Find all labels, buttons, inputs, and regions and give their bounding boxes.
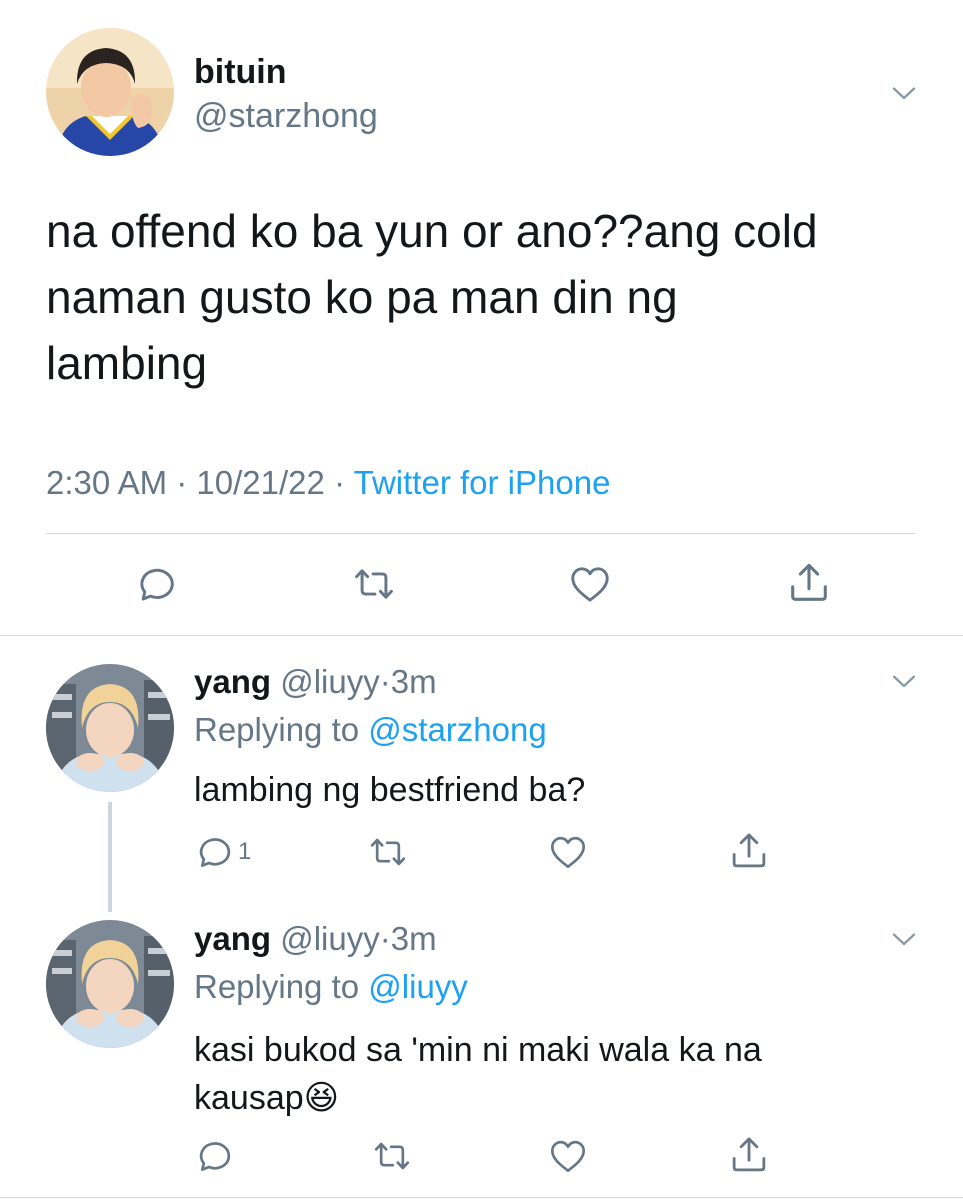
author-display-name[interactable]: bituin [194,52,287,92]
tweet-text-line: na offend ko ba yun or ano??ang cold [46,205,818,257]
replying-to-handle[interactable]: @liuyy [368,968,468,1005]
reply-text-line: kasi bukod sa 'min ni maki wala ka na [194,1031,762,1069]
reply-button[interactable]: 1 [194,832,251,872]
reply-age[interactable]: 3m [391,663,437,700]
reply-text: kasi bukod sa 'min ni maki wala ka na ka… [194,1026,762,1122]
reply-icon [134,562,178,606]
replying-to: Replying to @starzhong [194,710,547,750]
avatar[interactable] [46,920,174,1048]
grinning-squinting-emoji: 😆 [303,1079,340,1117]
tweet-text-line: naman gusto ko pa man din ng [46,271,678,323]
heart-icon [548,1136,588,1176]
chevron-down-icon[interactable] [889,78,919,108]
share-icon [728,830,770,872]
tweet-text: na offend ko ba yun or ano??ang cold nam… [46,198,818,396]
replying-to-label: Replying to [194,968,360,1005]
tweet-time[interactable]: 2:30 AM [46,464,167,501]
divider [0,1197,963,1198]
separator: · [176,464,188,501]
chevron-down-icon[interactable] [889,924,919,954]
separator: · [379,663,391,700]
share-icon [786,560,832,606]
reply-display-name[interactable]: yang [194,663,271,700]
retweet-icon [352,562,396,606]
share-button[interactable] [786,560,832,606]
reply-display-name[interactable]: yang [194,920,271,957]
share-icon [728,1134,770,1176]
like-button[interactable] [548,1136,588,1176]
reply-header: yang @liuyy·3m [194,919,437,959]
separator: · [334,464,346,501]
reply-text: lambing ng bestfriend ba? [194,771,586,809]
reply-count: 1 [238,838,252,865]
author-handle[interactable]: @starzhong [194,96,378,136]
divider [0,635,963,636]
heart-icon [568,562,612,606]
replying-to-handle[interactable]: @starzhong [368,711,546,748]
reply-button[interactable] [134,562,178,606]
thread-line [108,802,112,912]
tweet-meta: 2:30 AM · 10/21/22 · Twitter for iPhone [46,463,610,503]
reply-handle[interactable]: @liuyy [280,663,380,700]
replying-to-label: Replying to [194,711,360,748]
reply-button[interactable] [194,1136,234,1176]
separator: · [379,920,391,957]
avatar[interactable] [46,28,174,156]
reply-icon [194,1136,234,1176]
tweet-text-line: lambing [46,337,208,389]
tweet-date[interactable]: 10/21/22 [196,464,324,501]
retweet-icon [368,832,408,872]
reply-text-line: kausap😆 [194,1079,340,1117]
retweet-icon [372,1136,412,1176]
like-button[interactable] [568,562,612,606]
reply-age[interactable]: 3m [391,920,437,957]
retweet-button[interactable] [372,1136,412,1176]
replying-to: Replying to @liuyy [194,967,468,1007]
chevron-down-icon[interactable] [889,666,919,696]
reply-handle[interactable]: @liuyy [280,920,380,957]
retweet-button[interactable] [352,562,396,606]
share-button[interactable] [728,1134,770,1176]
retweet-button[interactable] [368,832,408,872]
reply-header: yang @liuyy·3m [194,662,437,702]
heart-icon [548,832,588,872]
share-button[interactable] [728,830,770,872]
reply-icon [194,832,234,872]
tweet-source-link[interactable]: Twitter for iPhone [354,464,611,501]
like-button[interactable] [548,832,588,872]
avatar[interactable] [46,664,174,792]
divider [46,533,916,534]
